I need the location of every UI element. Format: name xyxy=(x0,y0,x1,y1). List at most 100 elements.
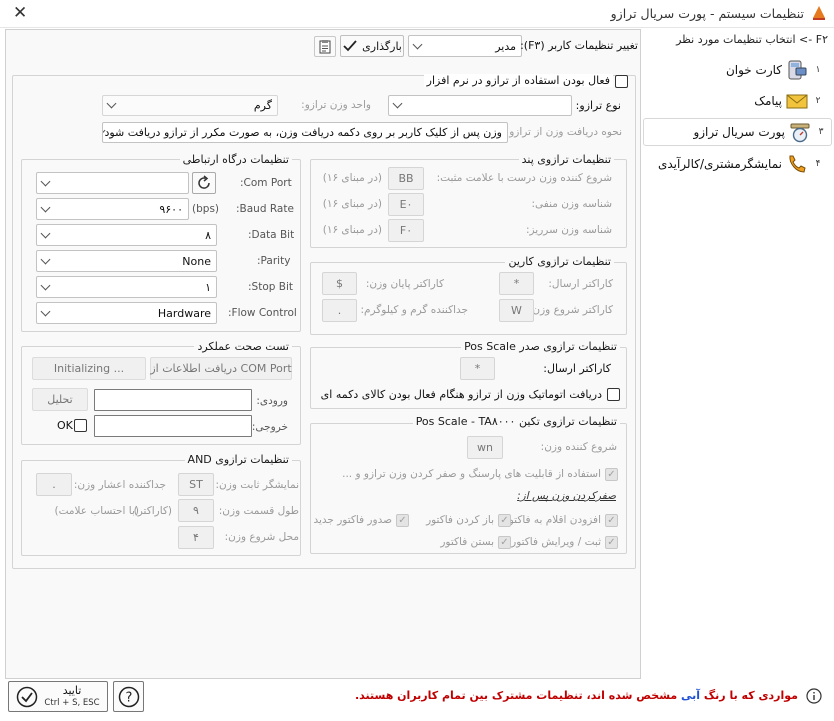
databit-value: ۸ xyxy=(205,228,211,242)
stopbit-select[interactable]: ۱ xyxy=(36,276,217,298)
chevron-down-icon xyxy=(392,98,403,109)
chevron-down-icon xyxy=(40,254,51,264)
clipboard-icon xyxy=(319,40,331,54)
enable-scale-checkbox[interactable] xyxy=(615,75,628,88)
confirm-button[interactable]: تایید Ctrl + S, ESC xyxy=(8,681,108,712)
karin-send-label: کاراکتر ارسال: xyxy=(548,278,613,290)
pand-row-label: شناسه وزن منفی: xyxy=(531,198,612,210)
unit-select[interactable]: گرم xyxy=(102,95,278,116)
sidebar-item-number: ۱ xyxy=(815,65,821,75)
tare-label: استفاده از قابلیت های پارسنگ و صفر کردن … xyxy=(342,468,601,480)
pand-overflow-field[interactable]: F۰ xyxy=(388,219,424,242)
opt-close-invoice-checkbox[interactable]: ✓ xyxy=(498,536,511,549)
window-title: تنظیمات سیستم - پورت سریال ترازو xyxy=(610,6,804,21)
databit-select[interactable]: ۸ xyxy=(36,224,217,246)
svg-text:?: ? xyxy=(125,690,132,705)
help-icon: ? xyxy=(118,686,139,707)
user-select[interactable]: مدیر xyxy=(408,35,522,57)
flow-value: Hardware xyxy=(157,306,211,320)
pand-hint: (در مبنای ۱۶) xyxy=(322,172,382,184)
and-length-field[interactable]: ۹ xyxy=(178,499,214,522)
chevron-down-icon xyxy=(40,280,51,290)
chevron-down-icon xyxy=(40,176,51,186)
sidebar-item-card-reader[interactable]: ۱ کارت خوان xyxy=(645,57,828,83)
pand-negative-field[interactable]: E۰ xyxy=(388,193,424,216)
sidebar-item-serial-scale[interactable]: ۳ پورت سریال ترازو xyxy=(643,118,832,146)
get-com-info-button[interactable]: دریافت اطلاعات از COM Port xyxy=(150,357,292,380)
opt-add-items-label: افزودن اقلام به فاکتور xyxy=(503,514,601,526)
analyze-button[interactable]: تحلیل xyxy=(32,388,88,411)
and-decimal-field[interactable]: . xyxy=(36,473,72,496)
ok-checkbox[interactable] xyxy=(74,419,87,432)
and-title: تنظیمات ترازوی AND xyxy=(184,453,292,466)
chevron-down-icon xyxy=(40,202,51,212)
help-button[interactable]: ? xyxy=(113,681,144,712)
opt-open-invoice-checkbox[interactable]: ✓ xyxy=(498,514,511,527)
confirm-check-icon xyxy=(17,686,38,707)
taktin-start-field[interactable]: wn xyxy=(467,436,503,459)
and-start-field[interactable]: ۴ xyxy=(178,526,214,549)
flow-label: Flow Control: xyxy=(228,307,297,319)
parity-select[interactable]: None xyxy=(36,250,217,272)
opt-new-invoice-checkbox[interactable]: ✓ xyxy=(396,514,409,527)
output-field[interactable] xyxy=(94,415,252,437)
sidebar-item-number: ۴ xyxy=(815,159,821,169)
auto-receive-checkbox[interactable] xyxy=(607,388,620,401)
load-label: بارگذاری xyxy=(362,39,402,53)
refresh-button[interactable] xyxy=(192,172,216,194)
receive-mode-label: نحوه دریافت وزن از ترازو: xyxy=(505,126,622,138)
opt-save-invoice-checkbox[interactable]: ✓ xyxy=(605,536,618,549)
karin-end-label: کاراکتر پایان وزن: xyxy=(365,278,444,290)
scale-type-select[interactable] xyxy=(388,95,572,116)
pos-sadr-send-field[interactable]: * xyxy=(460,357,495,380)
unit-value: گرم xyxy=(253,99,272,112)
sidebar-item-label: نمایشگرمشتری/کالرآیدی xyxy=(657,157,782,171)
pand-positive-field[interactable]: BB xyxy=(388,167,424,190)
stopbit-value: ۱ xyxy=(205,280,211,294)
receive-mode-value: وزن پس از کلیک کاربر بر روی دکمه دریافت … xyxy=(104,126,502,139)
opt-save-invoice-label: ثبت / ویرایش فاکتور xyxy=(511,536,601,548)
pand-hint: (در مبنای ۱۶) xyxy=(322,198,382,210)
flow-select[interactable]: Hardware xyxy=(36,302,217,324)
pos-sadr-title: تنظیمات ترازوی صدر Pos Scale xyxy=(461,340,620,353)
karin-sep-field[interactable]: . xyxy=(322,299,357,322)
test-title: تست صحت عملکرد xyxy=(194,340,292,353)
chevron-down-icon xyxy=(40,228,51,238)
opt-add-items-checkbox[interactable]: ✓ xyxy=(605,514,618,527)
and-length-note: (با احتساب علامت) xyxy=(54,505,139,517)
karin-send-field[interactable]: * xyxy=(499,272,534,295)
sidebar-header: F۲ -> انتخاب تنظیمات مورد نظر xyxy=(676,33,828,46)
check-icon xyxy=(343,40,357,52)
initializing-button[interactable]: Initializing ... xyxy=(32,357,146,380)
and-length-unit: (کاراکتر) xyxy=(133,505,172,517)
chevron-down-icon xyxy=(40,306,51,316)
baud-value: ۹۶۰۰ xyxy=(159,202,183,216)
info-icon xyxy=(806,688,822,704)
com-port-select[interactable] xyxy=(36,172,189,194)
auto-receive-label: دریافت اتوماتیک وزن از ترازو هنگام فعال … xyxy=(320,388,602,401)
footer-note-blue: آبی xyxy=(681,689,701,702)
sidebar-item-customer-display[interactable]: ۴ نمایشگرمشتری/کالرآیدی xyxy=(645,151,828,177)
baud-label: Baud Rate: xyxy=(236,203,294,215)
tare-checkbox[interactable]: ✓ xyxy=(605,468,618,481)
opt-open-invoice-label: باز کردن فاکتور xyxy=(426,514,494,526)
parity-value: None xyxy=(182,254,211,268)
and-fixed-field[interactable]: ST xyxy=(178,473,214,496)
close-icon[interactable]: ✕ xyxy=(13,3,27,23)
sidebar-item-sms[interactable]: ۲ پیامک xyxy=(645,88,828,114)
opt-close-invoice-label: بستن فاکتور xyxy=(440,536,494,548)
pand-title: تنظیمات ترازوی پند xyxy=(518,153,614,166)
pos-sadr-send-label: کاراکتر ارسال: xyxy=(543,362,611,375)
confirm-label: تایید xyxy=(62,683,82,697)
settings-sidebar: F۲ -> انتخاب تنظیمات مورد نظر ۱ کارت خوا… xyxy=(641,29,834,679)
input-field[interactable] xyxy=(94,389,252,411)
and-fixed-label: نمایشگر ثابت وزن: xyxy=(215,479,300,491)
footer-note-part: مشخص شده اند، xyxy=(582,689,682,702)
receive-mode-select[interactable]: وزن پس از کلیک کاربر بر روی دکمه دریافت … xyxy=(102,122,508,143)
clipboard-button[interactable] xyxy=(314,36,336,57)
load-button[interactable]: بارگذاری xyxy=(340,35,404,57)
baud-select[interactable]: ۹۶۰۰ xyxy=(36,198,189,220)
karin-end-field[interactable]: $ xyxy=(322,272,357,295)
and-decimal-label: جداکننده اعشار وزن: xyxy=(73,479,166,491)
karin-start-field[interactable]: W xyxy=(499,299,534,322)
